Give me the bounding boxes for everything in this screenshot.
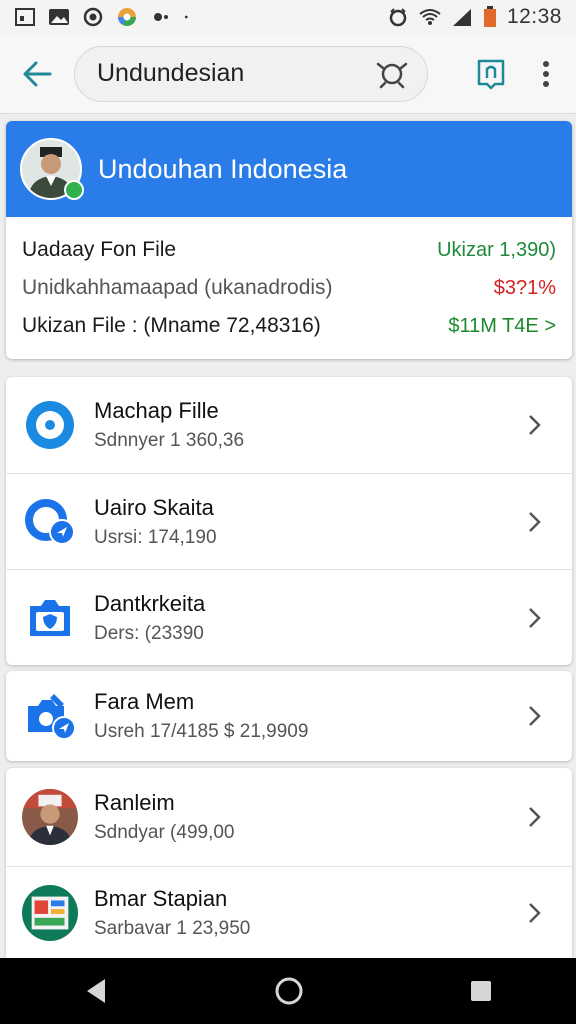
profile-title: Undouhan Indonesia (98, 153, 348, 184)
chevron-right-icon (529, 607, 541, 628)
list-item-title: Ranleim (94, 790, 175, 815)
profile-avatar[interactable] (20, 138, 84, 200)
info-row[interactable]: Uadaay Fon File Ukizar 1,390) (22, 231, 556, 269)
list-item-subtitle: Usreh 17/4185 $ 21,9909 (94, 721, 309, 742)
search-bar[interactable]: Undundesian (74, 45, 428, 102)
list-item[interactable]: Dantkrkeita Ders: (23390 (6, 569, 572, 665)
battery-icon (483, 6, 496, 27)
list-item-title: Uairo Skaita (94, 494, 214, 520)
list-item[interactable]: Machap Fille Sdnnyer 1 360,36 (6, 377, 572, 473)
bookmark-icon (477, 59, 505, 89)
info-label: Unidkahhamaapad (ukanadrodis) (22, 276, 333, 299)
screenshot-icon (15, 8, 35, 26)
image-icon (49, 9, 69, 25)
chevron-right-icon (529, 902, 541, 923)
file-list-group: Fara Mem Usreh 17/4185 $ 21,9909 (6, 671, 572, 761)
info-row[interactable]: Unidkahhamaapad (ukanadrodis) $3?1% (22, 269, 556, 307)
list-item-title: Dantkrkeita (94, 590, 206, 616)
profile-banner: Undouhan Indonesia (6, 121, 572, 217)
list-item-subtitle: Usrsi: 174,190 (94, 526, 217, 548)
list-item-title: Machap Fille (94, 398, 219, 423)
list-item[interactable]: Ranleim Sdndyar (499,00 (6, 768, 572, 866)
more-options-button[interactable] (524, 34, 568, 114)
dot-icon (154, 13, 168, 21)
circle-target-icon (26, 401, 74, 449)
arrow-left-icon (23, 61, 52, 86)
status-bar: 12:38 (0, 0, 576, 34)
contact-list-group: Ranleim Sdndyar (499,00 Bmar Stapian Sar… (6, 768, 572, 958)
info-label: Uadaay Fon File (22, 238, 177, 261)
list-item-title: Bmar Stapian (94, 885, 228, 911)
chevron-right-icon (529, 807, 541, 827)
chevron-right-icon (529, 415, 541, 435)
nav-back-icon[interactable] (83, 977, 109, 1005)
info-value: Ukizar 1,390) (437, 238, 556, 261)
nav-home-icon[interactable] (274, 976, 304, 1006)
info-row[interactable]: Ukizan File : (Mname 72,48316) $11M T4E … (22, 307, 556, 345)
camera-shield-icon (30, 599, 70, 636)
search-input[interactable]: Undundesian (97, 59, 375, 88)
location-badge-icon (25, 498, 75, 545)
person-avatar (22, 789, 78, 845)
status-time: 12:38 (506, 5, 562, 28)
chrome-icon (118, 8, 136, 27)
list-item[interactable]: Uairo Skaita Usrsi: 174,190 (6, 473, 572, 569)
chevron-right-icon (529, 511, 541, 532)
dot-icon (184, 15, 188, 19)
bookmark-button[interactable] (458, 34, 524, 114)
list-item-title: Fara Mem (94, 689, 195, 714)
wifi-icon (419, 9, 441, 25)
alarm-icon (389, 8, 407, 27)
chevron-right-icon (529, 706, 541, 726)
record-icon (83, 7, 103, 27)
info-value-link[interactable]: $11M T4E > (448, 315, 556, 338)
info-label: Ukizan File : (Mname 72,48316) (22, 314, 321, 337)
verified-badge-icon (64, 180, 84, 200)
nav-recents-icon[interactable] (469, 979, 493, 1003)
camera-edit-icon (28, 694, 76, 740)
signal-icon (452, 9, 471, 26)
store-avatar (22, 884, 78, 941)
top-toolbar: Undundesian (0, 34, 576, 114)
list-item-subtitle: Sdndyar (499,00 (94, 822, 235, 843)
search-icon[interactable] (375, 59, 409, 89)
list-item[interactable]: Bmar Stapian Sarbavar 1 23,950 (6, 866, 572, 958)
list-item[interactable]: Fara Mem Usreh 17/4185 $ 21,9909 (6, 671, 572, 761)
file-list-group: Machap Fille Sdnnyer 1 360,36 Uairo Skai… (6, 377, 572, 665)
list-item-subtitle: Ders: (23390 (94, 622, 204, 644)
list-item-subtitle: Sdnnyer 1 360,36 (94, 430, 245, 451)
list-item-subtitle: Sarbavar 1 23,950 (94, 917, 251, 939)
more-vert-icon (543, 60, 549, 87)
back-button[interactable] (0, 34, 74, 114)
info-value: $3?1% (493, 276, 556, 299)
profile-card: Undouhan Indonesia Uadaay Fon File Ukiza… (6, 121, 572, 359)
system-nav-bar (0, 958, 576, 1024)
